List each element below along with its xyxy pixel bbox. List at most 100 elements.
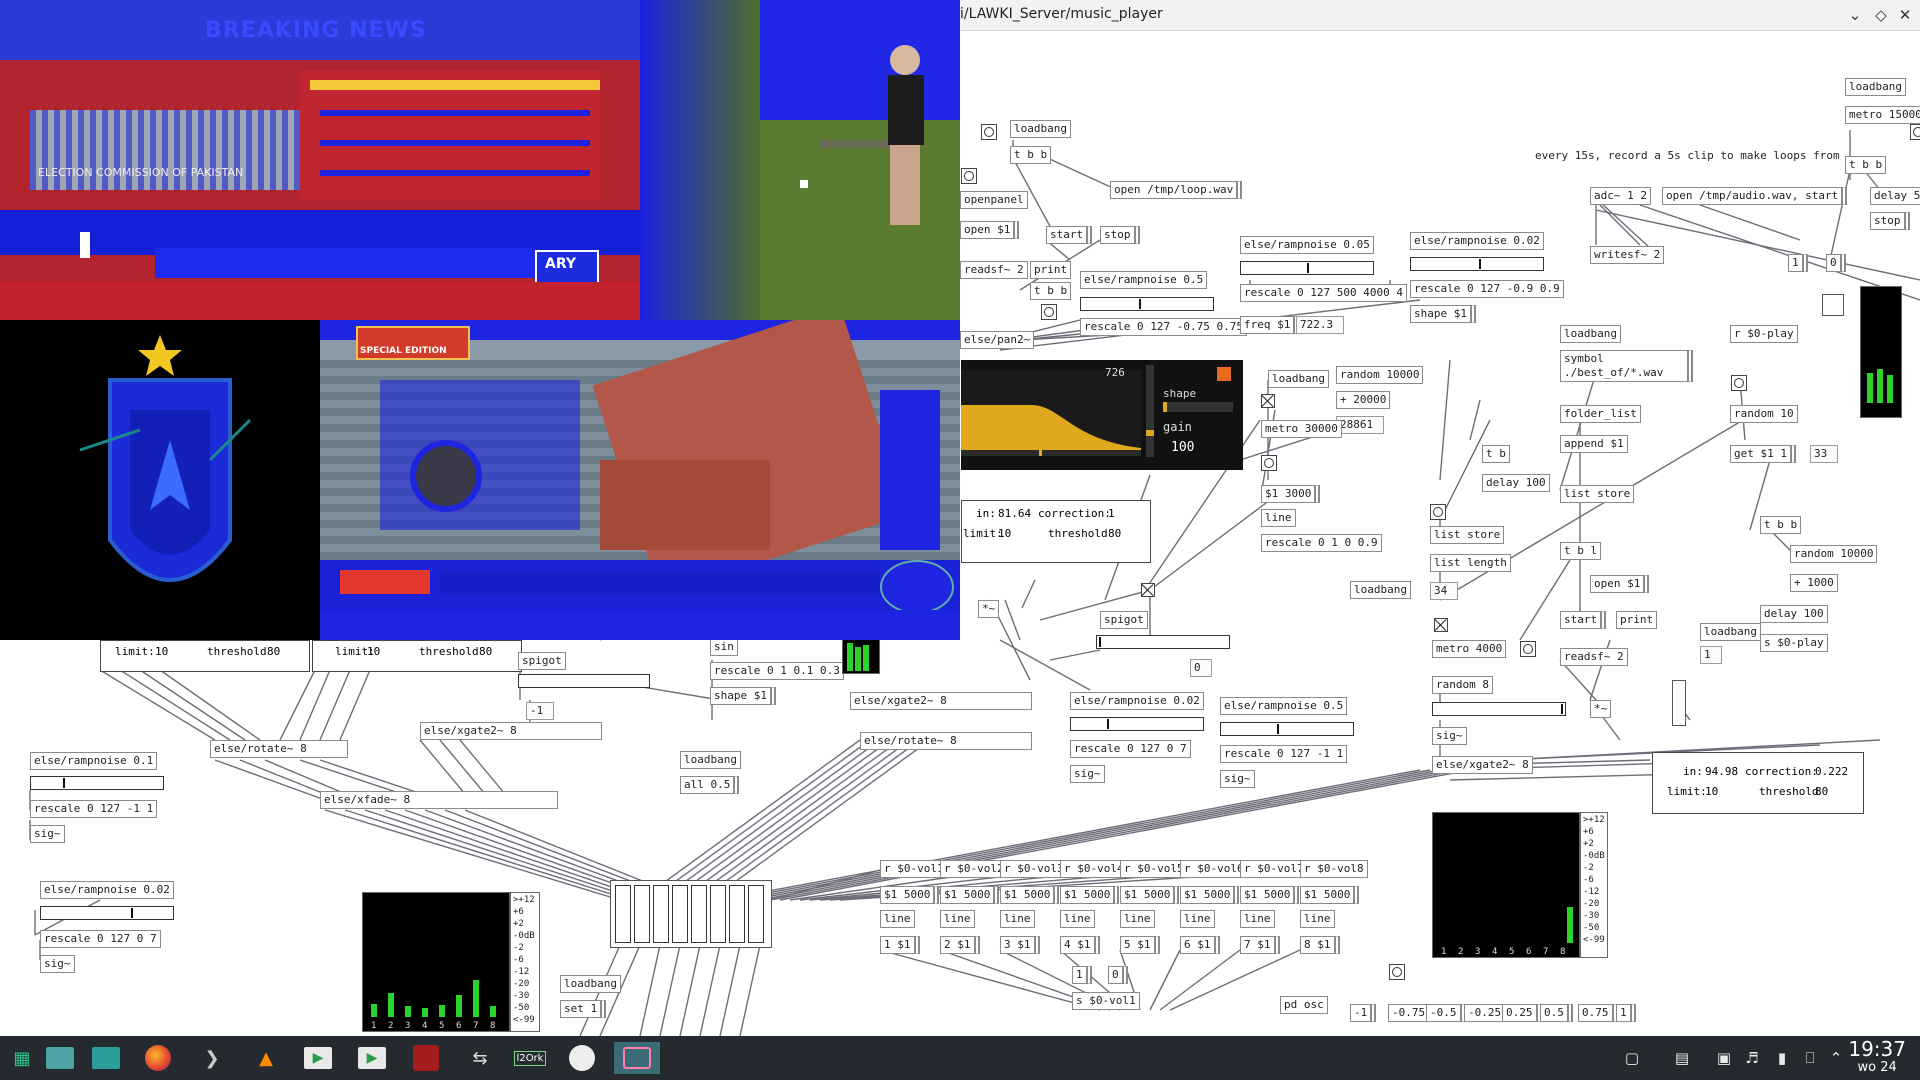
set-message[interactable]: set 1 — [560, 1000, 607, 1018]
freq-slider[interactable] — [1240, 261, 1374, 275]
file-manager-icon[interactable] — [44, 1042, 76, 1074]
bang-openpanel[interactable] — [961, 168, 977, 184]
open-audio-message[interactable]: open /tmp/audio.wav, start — [1662, 187, 1848, 205]
osc-message[interactable]: -0.5 — [1426, 1004, 1466, 1022]
metro-toggle[interactable] — [1261, 394, 1275, 408]
vol4-m[interactable]: $1 5000 — [1060, 886, 1120, 904]
loadbang-object-8[interactable]: loadbang — [560, 975, 621, 993]
metro-object-3[interactable]: metro 4000 — [1432, 640, 1507, 658]
obs-icon[interactable] — [566, 1042, 598, 1074]
random-object[interactable]: random 10000 — [1336, 366, 1424, 384]
mixer-sliders[interactable] — [610, 880, 772, 948]
vol4-o[interactable]: 4 $1 — [1060, 936, 1100, 954]
vol2-m[interactable]: $1 5000 — [940, 886, 1000, 904]
random-object-4[interactable]: random 8 — [1432, 676, 1493, 694]
shape-message-2[interactable]: shape $1 — [710, 687, 776, 705]
metro-object[interactable]: metro 30000 — [1261, 420, 1342, 438]
rescale-object-2[interactable]: rescale 0 127 500 4000 4 — [1240, 284, 1407, 302]
chevron-up-icon[interactable]: ⌃ — [1824, 1046, 1848, 1070]
all-message[interactable]: all 0.5 — [680, 776, 740, 794]
readsf-object-2[interactable]: readsf~ 2 — [1560, 648, 1628, 666]
vol5-o[interactable]: 5 $1 — [1120, 936, 1160, 954]
loadbang-object-4[interactable]: loadbang — [1560, 325, 1621, 343]
xfade-slider[interactable] — [40, 906, 174, 920]
rampnoise-object-6[interactable]: else/rampnoise 0.1 — [30, 752, 158, 770]
trigger-object-4[interactable]: t b — [1482, 445, 1510, 463]
trigger-object-3[interactable]: t b b — [1845, 156, 1887, 174]
sig-object-5[interactable]: sig~ — [40, 955, 75, 973]
threshold-value[interactable]: 80 — [267, 645, 280, 658]
osc-message[interactable]: 0.5 — [1540, 1004, 1573, 1022]
mixer-slider[interactable] — [691, 885, 707, 943]
send-vol-object[interactable]: s $0-vol1 — [1072, 992, 1140, 1010]
rampnoise-object-2[interactable]: else/rampnoise 0.05 — [1240, 236, 1374, 254]
rescale-object-6[interactable]: rescale 0 127 -1 1 — [1220, 745, 1348, 763]
vol8-l[interactable]: line — [1300, 910, 1335, 928]
terminal-icon[interactable]: ❯ — [196, 1042, 228, 1074]
line-message[interactable]: $1 3000 — [1261, 485, 1321, 503]
mixer-slider[interactable] — [710, 885, 726, 943]
list-length-number[interactable]: 34 — [1430, 582, 1459, 600]
vnc-icon[interactable]: ⇆ — [464, 1042, 496, 1074]
random-number[interactable]: 28861 — [1336, 416, 1385, 434]
desktop-icon[interactable]: ▢ — [1620, 1046, 1644, 1070]
get-message[interactable]: get $1 1 — [1730, 445, 1796, 463]
rampnoise-object-5[interactable]: else/rampnoise 0.5 — [1220, 697, 1348, 715]
pan-object[interactable]: else/pan2~ — [960, 331, 1035, 349]
bang-play[interactable] — [1731, 375, 1747, 391]
random-slider[interactable] — [1432, 702, 1566, 716]
vol1-l[interactable]: line — [880, 910, 915, 928]
mixer-slider[interactable] — [748, 885, 764, 943]
random-object-3[interactable]: random 10000 — [1790, 545, 1878, 563]
synth-color-indicator[interactable] — [1217, 367, 1231, 381]
mixer-slider[interactable] — [672, 885, 688, 943]
synth-gui[interactable]: 726 shape gain 100 — [961, 360, 1243, 470]
rotate-slider[interactable] — [1070, 717, 1204, 731]
open-loop-message[interactable]: open /tmp/loop.wav — [1110, 181, 1243, 199]
vol5-m[interactable]: $1 5000 — [1120, 886, 1180, 904]
vol6-l[interactable]: line — [1180, 910, 1215, 928]
readsf-object[interactable]: readsf~ 2 — [960, 261, 1028, 279]
vol7-l[interactable]: line — [1240, 910, 1275, 928]
rescale-object-4[interactable]: rescale 0 1 0 0.9 — [1261, 534, 1382, 552]
osc-message[interactable]: 0.25 — [1502, 1004, 1542, 1022]
multiply-object[interactable]: *~ — [1590, 700, 1612, 718]
delay-object-2[interactable]: delay 100 — [1482, 474, 1550, 492]
spigot-toggle[interactable] — [1141, 583, 1155, 597]
notes-icon[interactable]: ▤ — [1670, 1046, 1694, 1070]
trigger-object[interactable]: t b b — [1010, 146, 1052, 164]
msg-1[interactable]: 1 — [1788, 254, 1808, 272]
vol7-r[interactable]: r $0-vol7 — [1240, 860, 1308, 878]
loadbang-object-6[interactable]: loadbang — [1350, 581, 1411, 599]
vol3-m[interactable]: $1 5000 — [1000, 886, 1060, 904]
vol5-l[interactable]: line — [1120, 910, 1155, 928]
pd-osc-object[interactable]: pd osc — [1280, 996, 1328, 1014]
vol3-o[interactable]: 3 $1 — [1000, 936, 1040, 954]
vol8-r[interactable]: r $0-vol8 — [1300, 860, 1368, 878]
vlc-icon[interactable]: ▲ — [250, 1042, 282, 1074]
msg-1-vol[interactable]: 1 — [1072, 966, 1092, 984]
plus-object-2[interactable]: + 1000 — [1790, 574, 1838, 592]
loadbang-object[interactable]: loadbang — [1010, 120, 1071, 138]
rescale-object-7[interactable]: rescale 0 1 0.1 0.3 — [710, 662, 844, 680]
delay-object-3[interactable]: delay 100 — [1760, 605, 1828, 623]
sig-object-3[interactable]: sig~ — [1220, 770, 1255, 788]
bang-readsf-2[interactable] — [1520, 641, 1536, 657]
loadbang-object-5[interactable]: loadbang — [1700, 623, 1761, 641]
record-toggle[interactable] — [1822, 294, 1844, 316]
folder-list-object[interactable]: folder_list — [1560, 405, 1641, 423]
vol5-r[interactable]: r $0-vol5 — [1120, 860, 1188, 878]
menu-icon[interactable]: ▦ — [6, 1042, 38, 1074]
metro-object-2[interactable]: metro 15000 — [1845, 106, 1920, 124]
pd-icon[interactable] — [410, 1042, 442, 1074]
rampnoise-object-4[interactable]: else/rampnoise 0.02 — [1070, 692, 1204, 710]
patch-canvas[interactable]: loadbang t b b openpanel open $1 open /t… — [0, 0, 1920, 1036]
symbol-message[interactable]: symbol ./best_of/*.wav — [1560, 350, 1693, 382]
rescale-object-3[interactable]: rescale 0 127 -0.9 0.9 — [1410, 280, 1564, 298]
osc-message[interactable]: 0.75 — [1578, 1004, 1618, 1022]
limit-value[interactable]: 10 — [367, 645, 380, 658]
shape-bar[interactable] — [1163, 402, 1233, 412]
threshold-value[interactable]: 80 — [1108, 527, 1121, 540]
bang-store[interactable] — [1430, 504, 1446, 520]
rescale-object-5[interactable]: rescale 0 127 0 7 — [1070, 740, 1191, 758]
